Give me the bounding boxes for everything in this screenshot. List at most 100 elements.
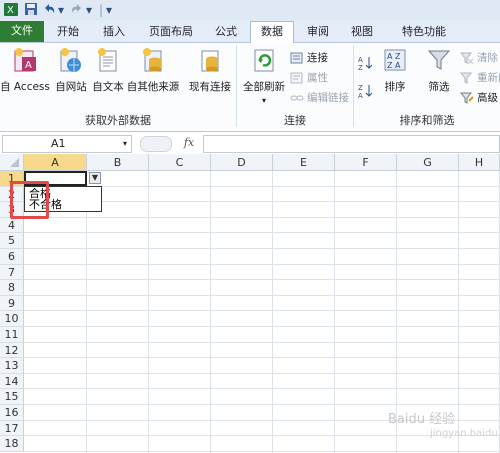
connections-icon (290, 52, 304, 64)
row-header-15[interactable]: 15 (0, 389, 24, 405)
ribbon-tabs: 文件 开始 插入 页面布局 公式 数据 审阅 视图 特色功能 (0, 20, 500, 43)
edit-links-button[interactable]: 编辑链接 (290, 89, 349, 107)
column-header-b[interactable]: B (87, 154, 149, 171)
column-header-a[interactable]: A (24, 154, 87, 171)
column-header-e[interactable]: E (273, 154, 335, 171)
redo-dropdown-icon[interactable]: ▾ (86, 2, 94, 18)
highlight-annotation-box (10, 181, 49, 219)
tab-data[interactable]: 数据 (250, 21, 294, 43)
tab-home[interactable]: 开始 (50, 22, 86, 42)
row-header-14[interactable]: 14 (0, 373, 24, 390)
tab-review[interactable]: 审阅 (298, 22, 338, 42)
watermark-url: jingyan.baidu.com (430, 428, 500, 439)
links-icon (290, 92, 304, 104)
tab-page-layout[interactable]: 页面布局 (140, 22, 202, 42)
from-text-label: 自文本 (92, 81, 124, 93)
row-header-4[interactable]: 4 (0, 217, 24, 234)
quick-access-toolbar: X ▾ ▾ | ▾ (0, 0, 500, 21)
formula-bar-resize-handle[interactable] (140, 136, 172, 152)
row-header-17[interactable]: 17 (0, 420, 24, 437)
select-all-corner[interactable] (0, 154, 24, 171)
undo-icon[interactable] (42, 2, 56, 18)
tab-formulas[interactable]: 公式 (206, 22, 246, 42)
column-header-f[interactable]: F (335, 154, 397, 171)
row-header-18[interactable]: 18 (0, 436, 24, 452)
column-gridline (86, 171, 87, 453)
reapply-button[interactable]: 重新应 (459, 69, 500, 87)
existing-connections-label: 现有连接 (189, 81, 231, 93)
name-box-dropdown-icon[interactable]: ▾ (123, 136, 127, 152)
row-gridline (24, 388, 500, 390)
clear-filter-button[interactable]: 清除 (459, 49, 498, 67)
svg-text:X: X (7, 5, 14, 16)
column-gridline (210, 171, 211, 453)
connections-button[interactable]: 连接 (290, 49, 328, 67)
row-gridline (24, 216, 500, 218)
name-box-value: A1 (51, 137, 66, 150)
existing-connections-button[interactable]: 现有连接 (186, 47, 234, 94)
from-access-label: 自 Access (0, 81, 50, 93)
tab-view[interactable]: 视图 (342, 22, 382, 42)
sort-label: 排序 (384, 81, 406, 93)
sort-dialog-icon: A ZZ A (383, 47, 407, 73)
row-header-5[interactable]: 5 (0, 233, 24, 249)
row-header-10[interactable]: 10 (0, 311, 24, 327)
sort-descending-button[interactable]: ZA (358, 83, 374, 101)
row-header-8[interactable]: 8 (0, 280, 24, 296)
from-other-sources-label: 自其他来源 (126, 81, 180, 93)
customize-qat-icon[interactable]: ▾ (106, 2, 114, 18)
row-gridline (24, 310, 500, 312)
insert-function-button[interactable]: fx (178, 135, 200, 151)
row-header-13[interactable]: 13 (0, 358, 24, 374)
row-gridline (24, 248, 500, 249)
qat-separator: | (99, 3, 104, 17)
reapply-icon (459, 72, 474, 84)
refresh-all-button[interactable]: 全部刷新 ▾ (240, 47, 288, 105)
dropdown-arrow-button[interactable]: ▼ (89, 172, 101, 184)
properties-icon (290, 72, 304, 84)
column-gridline (272, 171, 273, 453)
properties-button[interactable]: 属性 (290, 69, 328, 87)
filter-icon (427, 47, 451, 73)
column-header-h[interactable]: H (459, 154, 500, 171)
row-header-16[interactable]: 16 (0, 405, 24, 421)
group-label-sort-filter: 排序和筛选 (399, 114, 455, 127)
ribbon: A 自 Access 自网站 自文本 自其他来源 现有连接 获取外部数据 全部刷… (0, 43, 500, 132)
row-header-7[interactable]: 7 (0, 264, 24, 281)
connections-label: 连接 (307, 52, 328, 64)
redo-icon[interactable] (70, 2, 84, 18)
formula-input[interactable] (203, 135, 500, 153)
from-text-button[interactable]: 自文本 (90, 47, 126, 94)
from-other-sources-button[interactable]: 自其他来源 (126, 47, 180, 94)
row-gridline (24, 232, 500, 234)
column-header-d[interactable]: D (211, 154, 273, 171)
refresh-all-dropdown-icon[interactable]: ▾ (240, 96, 288, 105)
filter-label: 筛选 (428, 81, 450, 93)
from-access-button[interactable]: A 自 Access (0, 47, 50, 94)
sort-az-icon: AZ (358, 56, 373, 72)
undo-dropdown-icon[interactable]: ▾ (58, 2, 66, 18)
row-header-6[interactable]: 6 (0, 249, 24, 265)
row-gridline (24, 263, 500, 265)
svg-text:Z: Z (358, 84, 363, 92)
column-header-c[interactable]: C (149, 154, 211, 171)
row-header-9[interactable]: 9 (0, 295, 24, 312)
existing-connections-icon (198, 47, 222, 73)
save-icon[interactable] (24, 2, 38, 18)
row-header-12[interactable]: 12 (0, 342, 24, 359)
sort-ascending-button[interactable]: AZ (358, 55, 374, 73)
row-header-11[interactable]: 11 (0, 327, 24, 343)
name-box[interactable]: A1 ▾ (2, 135, 132, 153)
formula-bar: A1 ▾ fx (0, 132, 500, 155)
tab-special-features[interactable]: 特色功能 (388, 22, 460, 42)
from-web-button[interactable]: 自网站 (52, 47, 90, 94)
advanced-filter-button[interactable]: 高级 (459, 89, 498, 107)
tab-file[interactable]: 文件 (0, 21, 44, 42)
sort-button[interactable]: A ZZ A 排序 (378, 47, 412, 94)
web-icon (59, 47, 83, 73)
row-gridline (24, 435, 500, 437)
tab-insert[interactable]: 插入 (96, 22, 132, 42)
row-gridline (24, 357, 500, 359)
column-header-g[interactable]: G (397, 154, 459, 171)
filter-button[interactable]: 筛选 (422, 47, 456, 94)
